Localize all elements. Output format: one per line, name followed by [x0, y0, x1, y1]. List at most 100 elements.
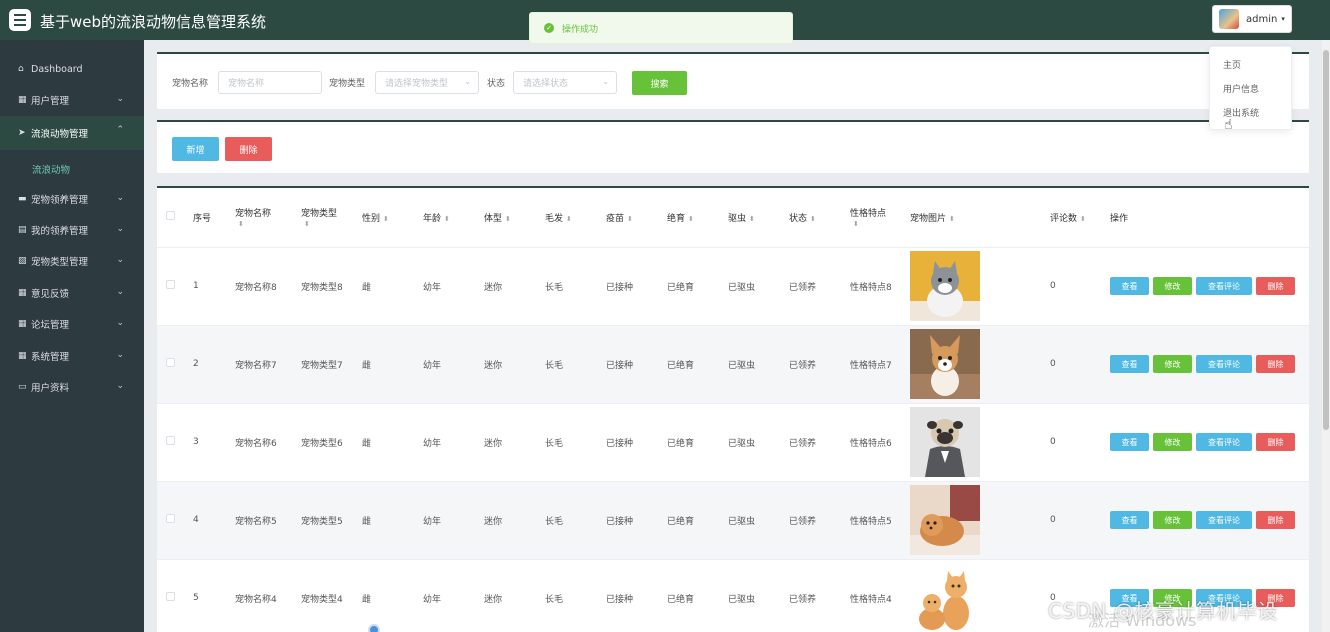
scrollbar-thumb[interactable] [1323, 50, 1329, 430]
edit-button[interactable]: 修改 [1153, 511, 1192, 529]
cell-status: 已领养 [789, 325, 850, 404]
sidebar-item-label: 系统管理 [31, 352, 70, 363]
pet-type-select[interactable]: 请选择宠物类型 ⌄ [375, 71, 479, 94]
cell-sterilized: 已绝育 [667, 247, 728, 326]
delete-button[interactable]: 删除 [1256, 277, 1295, 295]
col-header[interactable]: 宠物名称 ⬍ [235, 188, 301, 248]
cell-gender: 雌 [362, 325, 423, 404]
col-header[interactable]: 宠物类型 ⬍ [301, 188, 362, 248]
sidebar-item-feedback[interactable]: ▦ 意见反馈 ⌄ [0, 278, 144, 308]
table-row[interactable]: 1 宠物名称8 宠物类型8 雌幼年 迷你 长毛 已接种 已绝育 已驱虫 已领养 性格特点8 0 查看 … [157, 247, 1309, 326]
col-header[interactable]: 状态 ⬍ [789, 188, 850, 248]
row-checkbox[interactable] [166, 514, 175, 523]
menu-item-user-info[interactable]: 用户信息 [1210, 83, 1291, 107]
view-button[interactable]: 查看 [1110, 277, 1149, 295]
batch-delete-button[interactable]: 删除 [225, 137, 272, 161]
cell-hair: 长毛 [545, 247, 606, 326]
cell-image [910, 325, 1050, 404]
view-comments-button[interactable]: 查看评论 [1196, 511, 1252, 529]
status-select[interactable]: 请选择状态 ⌄ [513, 71, 617, 94]
chevron-down-icon: ⌄ [116, 193, 124, 203]
col-header[interactable]: 疫苗 ⬍ [606, 188, 667, 248]
sidebar-item-label: 流浪动物管理 [31, 129, 89, 140]
cell-status: 已领养 [789, 559, 850, 632]
sidebar-item-adoption-management[interactable]: ▬ 宠物领养管理 ⌄ [0, 184, 144, 214]
edit-button[interactable]: 修改 [1153, 355, 1192, 373]
sidebar-item-label: 用户管理 [31, 96, 70, 107]
pet-image-pomeranian-puppy [910, 485, 980, 555]
cell-idx: 3 [193, 403, 235, 482]
sidebar-item-user-management[interactable]: ▦ 用户管理 ⌄ [0, 85, 144, 115]
row-checkbox[interactable] [166, 436, 175, 445]
sort-icon: ⬍ [383, 214, 389, 223]
status-label: 状态 [487, 79, 506, 89]
cell-gender: 雌 [362, 559, 423, 632]
sidebar-item-forum-management[interactable]: ▦ 论坛管理 ⌄ [0, 309, 144, 339]
cell-comments: 0 [1050, 325, 1110, 404]
edit-button[interactable]: 修改 [1153, 433, 1192, 451]
sidebar-item-my-adoption[interactable]: ▤ 我的领养管理 ⌄ [0, 215, 144, 245]
cell-sterilized: 已绝育 [667, 403, 728, 482]
delete-button[interactable]: 删除 [1256, 433, 1295, 451]
sidebar-subitem-stray-animals[interactable]: 流浪动物 [0, 154, 144, 184]
col-header[interactable]: 驱虫 ⬍ [728, 188, 789, 248]
delete-button[interactable]: 删除 [1256, 355, 1295, 373]
col-header[interactable]: 性别 ⬍ [362, 188, 423, 248]
cell-hair: 长毛 [545, 559, 606, 632]
table-row[interactable]: 2 宠物名称7 宠物类型7 雌幼年 迷你 长毛 已接种 已绝育 已驱虫 已领养 性格特点7 0 查看 … [157, 325, 1309, 404]
menu-item-home[interactable]: 主页 [1210, 59, 1291, 83]
search-button[interactable]: 搜索 [632, 71, 687, 95]
pet-name-input[interactable]: 宠物名称 [218, 71, 322, 94]
cell-age: 幼年 [423, 559, 484, 632]
avatar [1219, 9, 1239, 29]
cell-status: 已领养 [789, 481, 850, 560]
col-header[interactable]: 年龄 ⬍ [423, 188, 484, 248]
table-row[interactable]: 3 宠物名称6 宠物类型6 雌幼年 迷你 长毛 已接种 已绝育 已驱虫 已领养 性格特点6 0 查看 … [157, 403, 1309, 482]
cell-name: 宠物名称4 [235, 559, 301, 632]
document-icon: ▤ [18, 225, 27, 235]
col-header[interactable]: 绝育 ⬍ [667, 188, 728, 248]
view-button[interactable]: 查看 [1110, 511, 1149, 529]
sidebar-item-label: 宠物领养管理 [31, 195, 89, 206]
view-comments-button[interactable]: 查看评论 [1196, 277, 1252, 295]
view-button[interactable]: 查看 [1110, 433, 1149, 451]
status-placeholder: 请选择状态 [523, 79, 569, 89]
view-comments-button[interactable]: 查看评论 [1196, 433, 1252, 451]
select-all-checkbox[interactable] [166, 211, 175, 221]
delete-button[interactable]: 删除 [1256, 511, 1295, 529]
view-button[interactable]: 查看 [1110, 355, 1149, 373]
cell-idx: 2 [193, 325, 235, 404]
page-scrollbar[interactable] [1322, 40, 1330, 632]
sidebar-item-system-management[interactable]: ▦ 系统管理 ⌄ [0, 341, 144, 371]
menu-toggle-icon[interactable] [9, 9, 31, 31]
check-circle-icon: ✓ [544, 23, 554, 33]
col-header[interactable]: 评论数 ⬍ [1050, 188, 1110, 248]
cell-idx: 5 [193, 559, 235, 632]
cell-comments: 0 [1050, 481, 1110, 560]
cell-status: 已领养 [789, 403, 850, 482]
menu-item-logout[interactable]: 退出系统 [1210, 107, 1291, 131]
row-checkbox[interactable] [166, 358, 175, 367]
sidebar-item-user-profile[interactable]: ▭ 用户资料 ⌄ [0, 372, 144, 402]
cell-operations: 查看 修改 查看评论 删除 [1110, 247, 1309, 326]
col-header[interactable]: 体型 ⬍ [484, 188, 545, 248]
col-header[interactable]: 宠物图片 ⬍ [910, 188, 1050, 248]
view-comments-button[interactable]: 查看评论 [1196, 355, 1252, 373]
add-button[interactable]: 新增 [172, 137, 219, 161]
sidebar-item-stray-animal-management[interactable]: ➤ 流浪动物管理 ⌃ [0, 116, 144, 150]
watermark: CSDN @核豪计算机毕设 [1048, 599, 1278, 623]
sidebar: ⌂ Dashboard ▦ 用户管理 ⌄ ➤ 流浪动物管理 ⌃ 流浪动物 ▬ 宠… [0, 40, 144, 632]
row-checkbox[interactable] [166, 280, 175, 289]
cell-name: 宠物名称5 [235, 481, 301, 560]
cell-size: 迷你 [484, 481, 545, 560]
col-header[interactable]: 毛发 ⬍ [545, 188, 606, 248]
table-row[interactable]: 4 宠物名称5 宠物类型5 雌幼年 迷你 长毛 已接种 已绝育 已驱虫 已领养 性格特点5 0 查看 … [157, 481, 1309, 560]
sort-icon: ⬍ [444, 214, 450, 223]
sidebar-item-dashboard[interactable]: ⌂ Dashboard [0, 54, 144, 84]
col-header[interactable]: 性格特点 ⬍ [850, 188, 910, 248]
edit-button[interactable]: 修改 [1153, 277, 1192, 295]
app-title: 基于web的流浪动物信息管理系统 [40, 13, 267, 31]
sidebar-item-pet-type-management[interactable]: ▧ 宠物类型管理 ⌄ [0, 246, 144, 276]
user-menu-button[interactable]: admin ▾ [1212, 5, 1292, 33]
row-checkbox[interactable] [166, 592, 175, 601]
